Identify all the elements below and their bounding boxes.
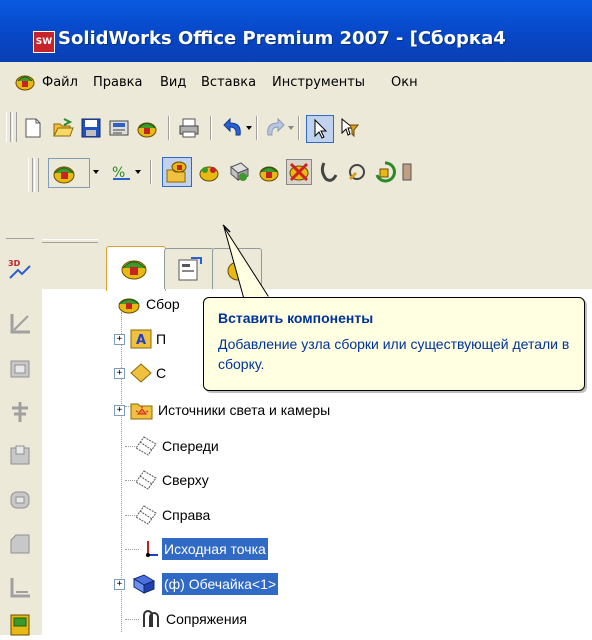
menu-bar: Файл Правка Вид Вставка Инструменты Окн [0, 62, 592, 105]
expand-icon[interactable]: + [114, 334, 125, 345]
new-part-icon[interactable] [198, 161, 220, 183]
corner-icon[interactable] [8, 576, 32, 600]
tree-item-label: С [156, 365, 167, 381]
3d-sketch-icon[interactable]: 3D [8, 256, 32, 280]
revolve-icon[interactable] [8, 488, 32, 512]
lights-cameras-icon [130, 400, 154, 420]
sensor-icon [130, 363, 152, 383]
line-sketch-icon[interactable] [8, 312, 32, 336]
insert-component-icon[interactable] [162, 157, 192, 187]
menu-edit[interactable]: Правка [93, 75, 142, 90]
svg-text:3D: 3D [8, 259, 21, 268]
toolbar-grip[interactable] [6, 112, 11, 142]
exploded-view-icon[interactable] [374, 161, 396, 183]
document-icon[interactable] [14, 71, 36, 93]
tree-item-label: Спереди [162, 438, 219, 454]
expand-icon[interactable]: + [114, 405, 125, 416]
chevron-down-icon[interactable] [135, 170, 141, 174]
tooltip: Вставить компоненты Добавление узла сбор… [203, 297, 585, 391]
origin-icon [140, 539, 160, 559]
select-filter-icon[interactable] [338, 117, 360, 139]
chevron-down-icon[interactable] [288, 126, 294, 130]
print-preview-icon[interactable] [108, 117, 130, 139]
assembly-toolbar: % [0, 150, 592, 234]
tree-guide-line [125, 619, 139, 620]
assembly-dropdown[interactable] [48, 158, 90, 188]
smart-fastener-icon[interactable] [346, 161, 368, 183]
tree-item-label: Справа [162, 507, 211, 523]
toolbar-grip[interactable] [28, 158, 33, 192]
rotate-component-icon[interactable] [318, 161, 340, 183]
tree-item-label: П [156, 331, 167, 347]
tree-item-label: Источники света и камеры [158, 402, 331, 418]
menu-insert[interactable]: Вставка [201, 75, 256, 90]
app-icon[interactable]: SW [33, 31, 55, 53]
toolbar-grip [6, 238, 34, 239]
standard-toolbar [0, 104, 592, 150]
options-icon[interactable] [136, 117, 158, 139]
tooltip-body: Добавление узла сборки или существующей … [218, 336, 570, 372]
chamfer-icon[interactable] [8, 532, 32, 556]
move-component-icon[interactable] [286, 159, 312, 185]
tree-item-label: (ф) Обечайка<1> [162, 573, 279, 595]
plane-icon [134, 505, 158, 525]
svg-text:A: A [136, 333, 146, 348]
toolbar-grip[interactable] [34, 158, 39, 192]
tree-item-label: Сбор [146, 296, 180, 312]
cut-icon[interactable] [8, 444, 32, 468]
mates-icon [140, 609, 162, 629]
title-bar: SW SolidWorks Office Premium 2007 - [Сбо… [0, 0, 592, 62]
extrude-icon[interactable] [8, 357, 32, 381]
tree-guide-line [125, 549, 139, 550]
drawing-icon[interactable] [8, 612, 32, 636]
menu-tools[interactable]: Инструменты [272, 75, 365, 90]
toolbar-grip[interactable] [12, 112, 17, 142]
print-icon[interactable] [178, 117, 200, 139]
tooltip-pointer [223, 226, 271, 300]
new-document-icon[interactable] [22, 117, 44, 139]
select-icon[interactable] [306, 115, 334, 143]
menu-file[interactable]: Файл [42, 75, 78, 90]
chevron-down-icon[interactable] [246, 126, 252, 130]
chevron-down-icon[interactable] [93, 170, 99, 174]
expand-icon[interactable]: + [114, 368, 125, 379]
mate-icon[interactable] [258, 161, 280, 183]
mouse-cursor [222, 224, 231, 233]
tree-item-label: Сверху [162, 472, 209, 488]
splitter-handle[interactable] [42, 239, 98, 243]
plane-icon [134, 436, 158, 456]
tree-item-label: Сопряжения [166, 611, 247, 627]
undo-icon[interactable] [222, 117, 244, 139]
left-vertical-toolbar: 3D [0, 234, 43, 636]
sketch-icon[interactable]: % [110, 161, 132, 183]
new-assembly-icon[interactable] [228, 161, 250, 183]
window-title: SolidWorks Office Premium 2007 - [Сборка… [58, 28, 506, 49]
plane-icon [134, 470, 158, 490]
feature-icon[interactable] [8, 400, 32, 424]
assembly-icon [116, 293, 142, 315]
expand-icon[interactable]: + [114, 579, 125, 590]
toolbar-more-icon[interactable] [402, 161, 424, 183]
redo-icon[interactable] [264, 117, 286, 139]
open-folder-icon[interactable] [52, 117, 74, 139]
tree-item-label: Исходная точка [162, 538, 268, 560]
part-icon [130, 573, 158, 595]
menu-view[interactable]: Вид [160, 75, 186, 90]
annotations-icon: A [130, 329, 152, 349]
feature-manager-tab[interactable] [106, 246, 166, 291]
menu-window[interactable]: Окн [391, 75, 418, 90]
tooltip-title: Вставить компоненты [218, 310, 374, 326]
save-icon[interactable] [80, 117, 102, 139]
